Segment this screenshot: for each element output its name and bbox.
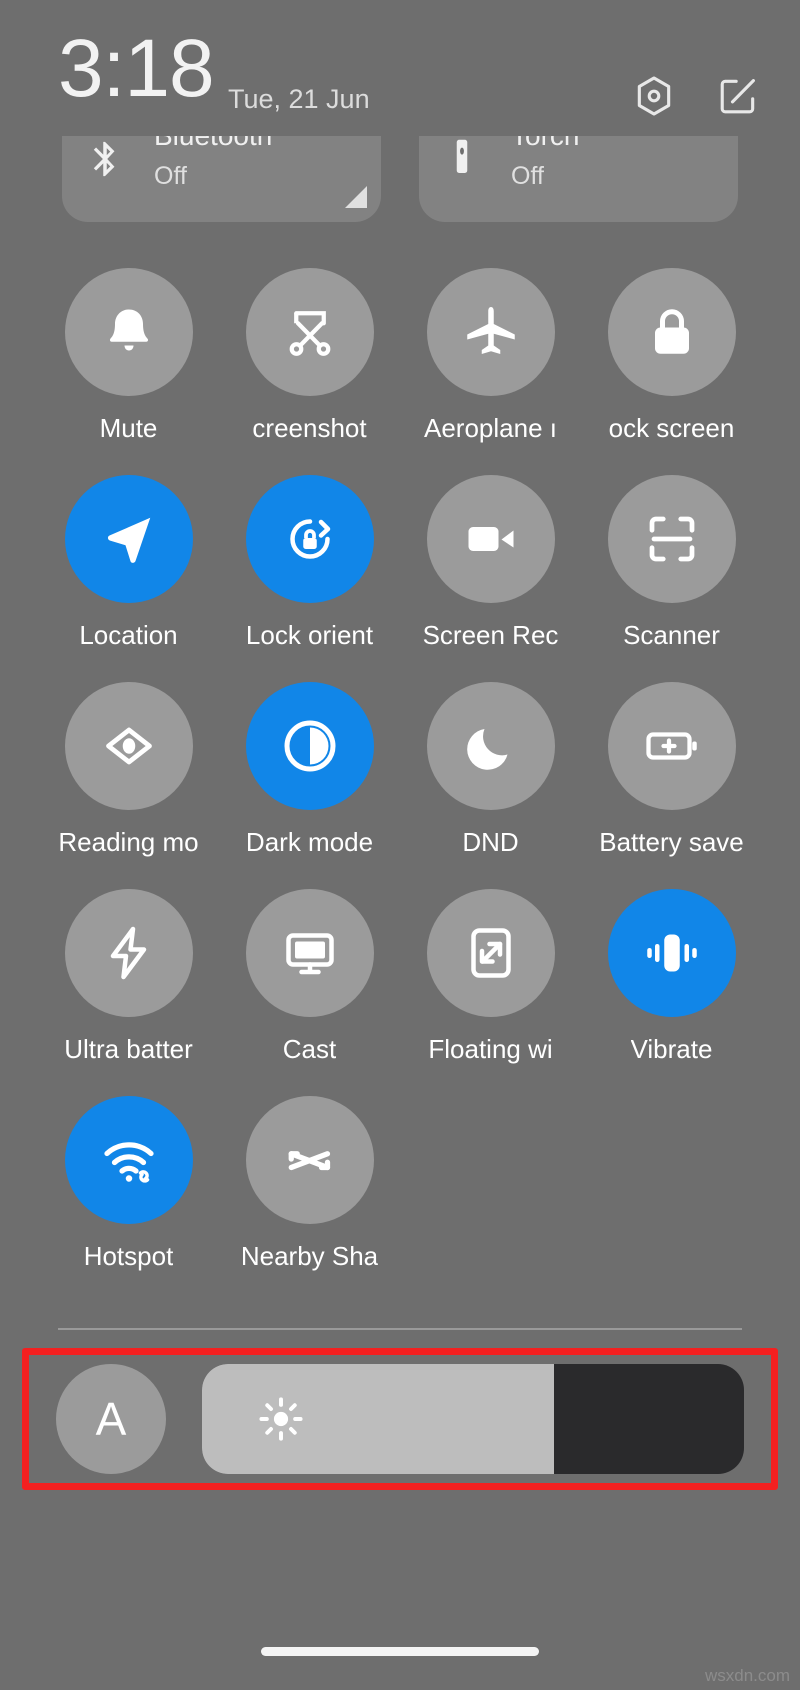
- tile-hotspot[interactable]: Hotspot: [38, 1096, 219, 1272]
- dnd-bubble[interactable]: [426, 682, 555, 810]
- tile-screen-recorder[interactable]: Screen Rec: [400, 475, 581, 651]
- clock-time: 3:18: [58, 23, 215, 114]
- bluetooth-icon: [84, 138, 126, 180]
- hotspot-bubble[interactable]: [64, 1096, 193, 1224]
- airplane-icon: [466, 307, 515, 354]
- annotation-highlight-box: [22, 1348, 778, 1490]
- tile-label: Vibrate: [630, 1034, 713, 1064]
- expanded-tiles-row: Bluetooth Off Torch Off: [0, 136, 800, 222]
- tile-location[interactable]: Location: [38, 475, 219, 651]
- tile-label: DND: [462, 827, 519, 857]
- cast-bubble[interactable]: [245, 889, 374, 1017]
- monitor-icon: [285, 933, 334, 975]
- tile-label: Location: [79, 620, 178, 650]
- tile-label: Ultra batter: [64, 1034, 193, 1064]
- tile-label: Scanner: [623, 620, 720, 650]
- rotation-lock-icon: [289, 519, 330, 559]
- dark-mode-bubble[interactable]: [245, 682, 374, 810]
- tile-label: Hotspot: [83, 1241, 174, 1271]
- lock-orient-bubble[interactable]: [245, 475, 374, 603]
- edit-pencil-icon[interactable]: [716, 74, 760, 118]
- location-arrow-icon: [107, 517, 150, 563]
- tile-reading-mode[interactable]: Reading mo: [38, 682, 219, 858]
- tile-label: Battery save: [599, 827, 744, 857]
- screenshot-bubble[interactable]: [245, 268, 374, 396]
- vibrate-bubble[interactable]: [607, 889, 736, 1017]
- contrast-circle-icon: [284, 720, 335, 772]
- tile-dnd[interactable]: DND: [400, 682, 581, 858]
- quick-settings-panel: 3:18 Tue, 21 Jun Off Off Mute creenshot …: [0, 0, 800, 1690]
- moon-icon: [466, 729, 507, 770]
- tile-nearby-share[interactable]: Nearby Sha: [219, 1096, 400, 1272]
- floating-window-bubble[interactable]: [426, 889, 555, 1017]
- torch-status: Off: [511, 162, 544, 190]
- tile-label: ock screen: [608, 413, 735, 443]
- tile-label: Dark mode: [245, 827, 374, 857]
- watermark: wsxdn.com: [704, 1666, 790, 1685]
- eye-icon: [105, 727, 152, 765]
- tile-scanner[interactable]: Scanner: [581, 475, 762, 651]
- torch-icon: [441, 138, 483, 180]
- tile-mute[interactable]: Mute: [38, 268, 219, 444]
- torch-title: Torch: [511, 136, 579, 152]
- tile-battery-saver[interactable]: Battery save: [581, 682, 762, 858]
- home-indicator[interactable]: [261, 1647, 539, 1656]
- tile-label: Aeroplane ı: [424, 413, 557, 443]
- tile-label: Reading mo: [58, 827, 199, 857]
- section-divider: [58, 1328, 742, 1330]
- tile-cast[interactable]: Cast: [219, 889, 400, 1065]
- hex-gear-icon[interactable]: [632, 74, 676, 118]
- header-actions: [632, 74, 760, 118]
- expand-corner-icon[interactable]: [345, 186, 367, 208]
- tile-label: Cast: [282, 1034, 337, 1064]
- tile-lock-orientation[interactable]: Lock orient: [219, 475, 400, 651]
- scan-frame-icon: [649, 516, 694, 562]
- ultra-battery-bubble[interactable]: [64, 889, 193, 1017]
- mute-bubble[interactable]: [64, 268, 193, 396]
- tile-label: Mute: [99, 413, 158, 443]
- bluetooth-title: Bluetooth: [154, 136, 272, 152]
- tile-vibrate[interactable]: Vibrate: [581, 889, 762, 1065]
- location-bubble[interactable]: [64, 475, 193, 603]
- screen-rec-bubble[interactable]: [426, 475, 555, 603]
- tile-label: Screen Rec: [422, 620, 559, 650]
- padlock-icon: [654, 309, 689, 354]
- tile-label: Nearby Sha: [240, 1241, 379, 1271]
- scanner-bubble[interactable]: [607, 475, 736, 603]
- tile-floating-window[interactable]: Floating wi: [400, 889, 581, 1065]
- clock-date: Tue, 21 Jun: [228, 84, 370, 114]
- nearby-share-icon: [288, 1151, 330, 1171]
- tile-label: Floating wi: [428, 1034, 553, 1064]
- floating-window-icon: [470, 928, 511, 978]
- scissors-icon: [289, 311, 330, 356]
- bell-icon: [109, 309, 148, 351]
- bluetooth-status: Off: [154, 162, 187, 190]
- reading-mode-bubble[interactable]: [64, 682, 193, 810]
- tile-ultra-battery-saver[interactable]: Ultra batter: [38, 889, 219, 1065]
- battery-plus-icon: [645, 732, 697, 760]
- aeroplane-bubble[interactable]: [426, 268, 555, 396]
- tile-aeroplane-mode[interactable]: Aeroplane ı: [400, 268, 581, 444]
- torch-tile[interactable]: Torch Off: [419, 136, 738, 222]
- tile-label: Lock orient: [245, 620, 374, 650]
- quick-settings-grid: Mute creenshot Aeroplane ı ock screen Lo…: [0, 268, 800, 1272]
- tile-dark-mode[interactable]: Dark mode: [219, 682, 400, 858]
- hotspot-wifi-icon: [103, 1142, 154, 1183]
- video-camera-icon: [468, 527, 513, 551]
- battery-saver-bubble[interactable]: [607, 682, 736, 810]
- tile-lock-screen[interactable]: ock screen: [581, 268, 762, 444]
- lightning-bolt-icon: [110, 926, 146, 980]
- nearby-share-bubble[interactable]: [245, 1096, 374, 1224]
- status-header: 3:18 Tue, 21 Jun: [0, 0, 800, 132]
- vibrate-icon: [646, 934, 697, 972]
- tile-label: creenshot: [252, 413, 367, 443]
- lock-screen-bubble[interactable]: [607, 268, 736, 396]
- tile-screenshot[interactable]: creenshot: [219, 268, 400, 444]
- bluetooth-tile[interactable]: Bluetooth Off: [62, 136, 381, 222]
